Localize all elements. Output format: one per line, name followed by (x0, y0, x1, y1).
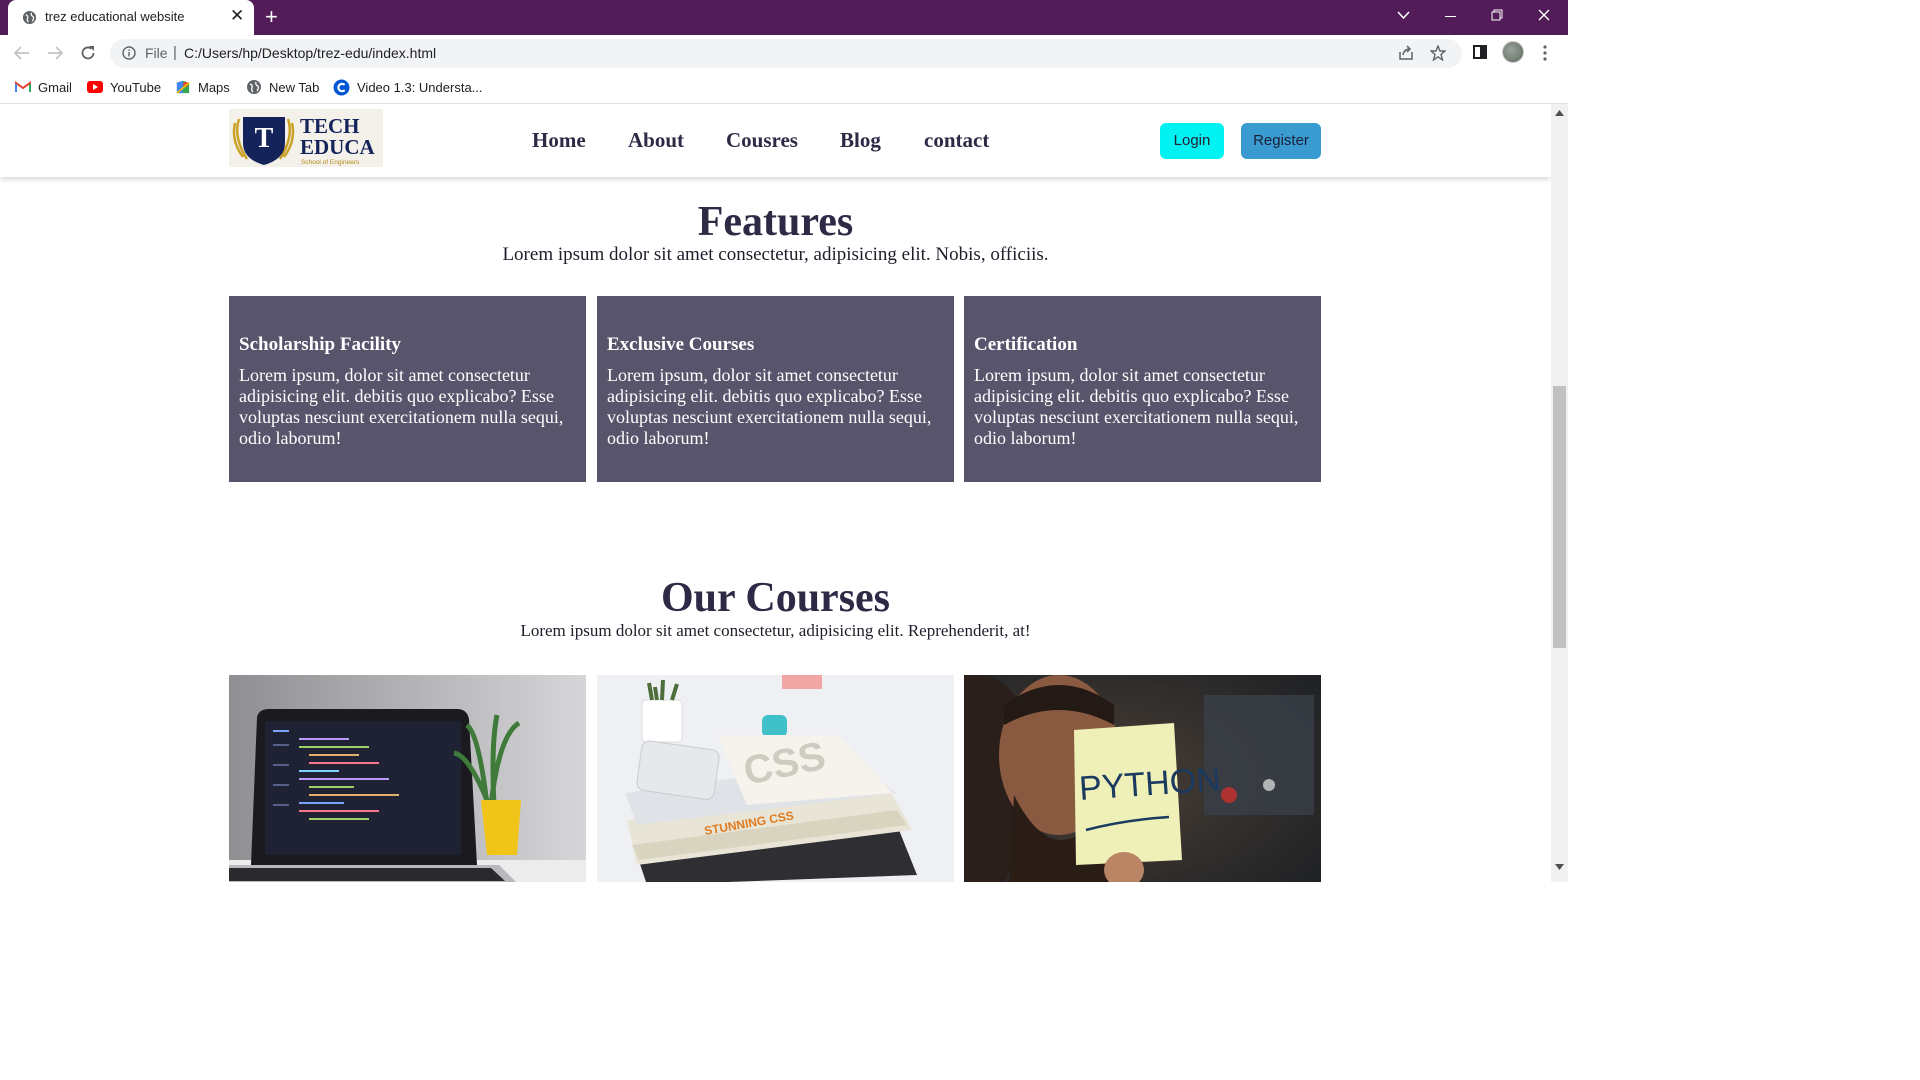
back-icon[interactable] (14, 46, 30, 60)
bookmark-gmail[interactable]: Gmail (15, 78, 72, 96)
bookmark-youtube[interactable]: YouTube (87, 78, 161, 96)
bookmark-star-icon[interactable] (1430, 45, 1446, 61)
bookmark-label: New Tab (269, 79, 320, 95)
restore-icon[interactable] (1491, 9, 1503, 21)
globe-icon (247, 80, 261, 94)
register-button[interactable]: Register (1241, 123, 1321, 159)
tab-title: trez educational website (45, 9, 185, 24)
feature-card-scholarship: Scholarship Facility Lorem ipsum, dolor … (229, 296, 586, 482)
scroll-down-arrow-icon[interactable] (1555, 864, 1564, 870)
python-note-photo[interactable]: PYTHON (964, 675, 1321, 882)
scrollbar-thumb[interactable] (1553, 386, 1566, 648)
bookmarks-bar: Gmail YouTube Maps New Tab Video 1.3: Un… (0, 71, 1568, 104)
logo-badge-letter: T (255, 123, 274, 154)
minimize-icon[interactable] (1445, 16, 1456, 17)
menu-kebab-icon[interactable] (1542, 45, 1548, 61)
laptop-code-photo[interactable] (229, 675, 586, 882)
courses-subtitle: Lorem ipsum dolor sit amet consectetur, … (520, 621, 1031, 640)
address-scheme: File (145, 45, 168, 61)
profile-avatar[interactable] (1502, 41, 1524, 63)
side-panel-icon[interactable] (1473, 45, 1487, 59)
nav-about[interactable]: About (628, 128, 684, 153)
bookmark-label: YouTube (110, 79, 162, 95)
tab-search-chevron-icon[interactable] (1397, 11, 1410, 20)
feature-card-title: Certification (974, 334, 1078, 355)
nav-blog[interactable]: Blog (840, 128, 881, 153)
page-viewport: T TECH EDUCA School of Engineers Home Ab… (0, 104, 1551, 882)
coursera-icon (333, 79, 350, 95)
close-window-icon[interactable] (1538, 9, 1550, 21)
browser-tab-bar: trez educational website ✕ + (0, 0, 1568, 35)
bookmark-label: Gmail (38, 79, 72, 95)
bookmark-new-tab[interactable]: New Tab (246, 78, 319, 96)
site-header: T TECH EDUCA School of Engineers Home Ab… (0, 104, 1551, 177)
css-books-photo[interactable]: CSS STUNNING CSS (597, 675, 954, 882)
globe-icon (22, 10, 37, 25)
browser-tab[interactable]: trez educational website ✕ (8, 0, 254, 35)
tech-educa-logo[interactable]: T TECH EDUCA School of Engineers (229, 109, 383, 167)
close-tab-icon[interactable]: ✕ (230, 6, 244, 26)
maps-icon (176, 80, 190, 94)
features-subtitle: Lorem ipsum dolor sit amet consectetur, … (502, 244, 1049, 265)
feature-card-text: Lorem ipsum, dolor sit amet consectetur … (607, 365, 932, 448)
features-title: Features (697, 199, 854, 245)
bookmark-label: Maps (198, 79, 230, 95)
gmail-icon (15, 81, 31, 92)
feature-card-exclusive-courses: Exclusive Courses Lorem ipsum, dolor sit… (597, 296, 954, 482)
address-separator: | (173, 44, 177, 61)
login-button[interactable]: Login (1160, 123, 1224, 159)
feature-card-title: Scholarship Facility (239, 334, 402, 355)
reload-icon[interactable] (80, 45, 96, 61)
feature-card-certification: Certification Lorem ipsum, dolor sit ame… (964, 296, 1321, 482)
nav-courses[interactable]: Cousres (726, 128, 798, 153)
courses-title: Our Courses (660, 575, 891, 621)
bookmark-maps[interactable]: Maps (175, 78, 230, 96)
bookmark-label: Video 1.3: Understa... (357, 79, 483, 95)
share-icon[interactable] (1398, 45, 1414, 61)
logo-tagline: School of Engineers (301, 159, 360, 166)
address-bar[interactable]: File | C:/Users/hp/Desktop/trez-edu/inde… (110, 39, 1462, 68)
feature-card-title: Exclusive Courses (607, 334, 755, 355)
scroll-up-arrow-icon[interactable] (1555, 110, 1564, 116)
nav-contact[interactable]: contact (924, 128, 989, 153)
browser-toolbar: File | C:/Users/hp/Desktop/trez-edu/inde… (0, 35, 1568, 71)
forward-icon[interactable] (47, 46, 63, 60)
address-url[interactable]: C:/Users/hp/Desktop/trez-edu/index.html (184, 45, 436, 61)
youtube-icon (87, 81, 103, 93)
bookmark-video[interactable]: Video 1.3: Understa... (333, 78, 483, 96)
info-icon[interactable] (122, 46, 136, 60)
new-tab-button[interactable]: + (265, 5, 278, 29)
logo-line2: EDUCA (300, 135, 376, 159)
feature-card-text: Lorem ipsum, dolor sit amet consectetur … (974, 365, 1299, 448)
nav-home[interactable]: Home (532, 128, 586, 153)
feature-card-text: Lorem ipsum, dolor sit amet consectetur … (239, 365, 564, 448)
page-scrollbar[interactable] (1551, 104, 1568, 882)
